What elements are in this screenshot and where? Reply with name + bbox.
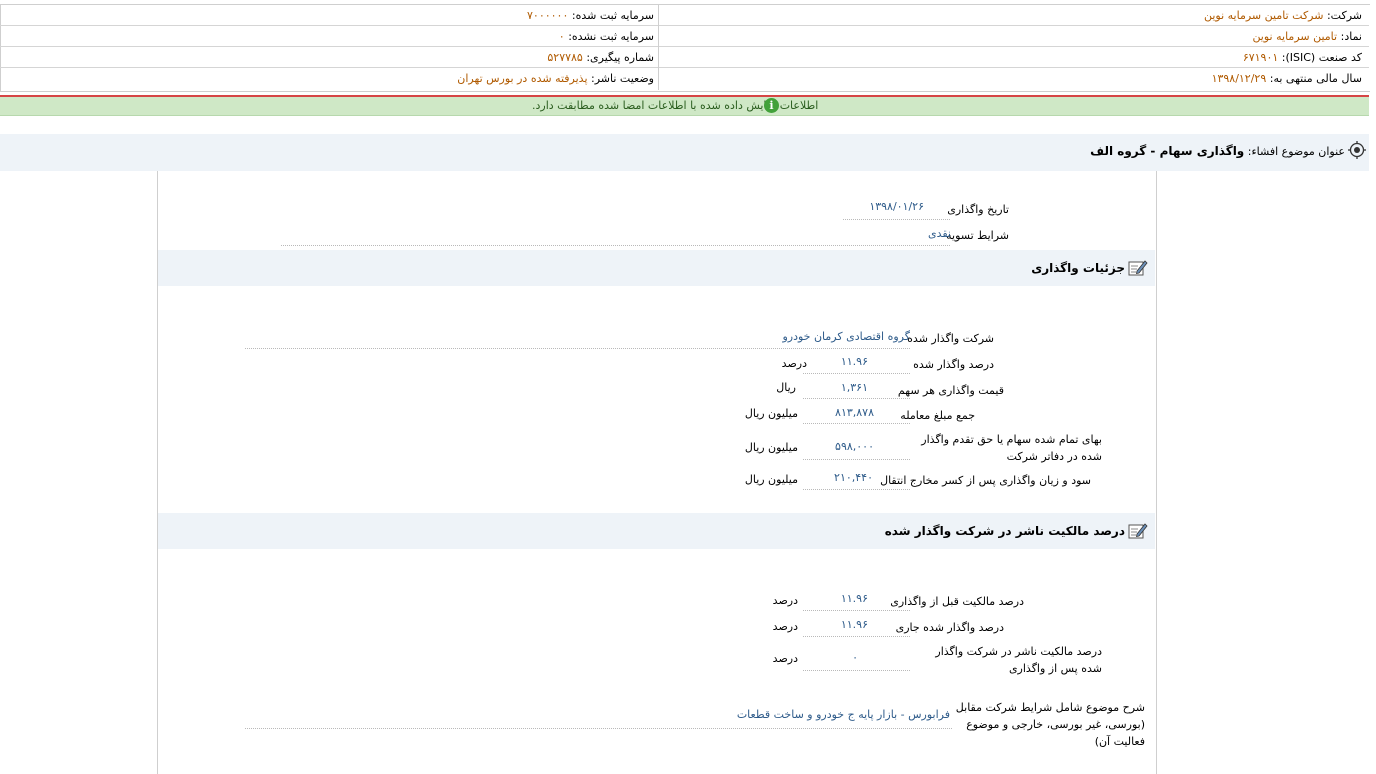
- symbol-label: نماد:: [1340, 30, 1362, 43]
- registered-capital-label: سرمایه ثبت شده:: [571, 9, 654, 22]
- divider: [658, 4, 659, 90]
- ownership-row-label: درصد مالکیت ناشر در شرکت واگذار شده پس ا…: [935, 645, 1102, 675]
- fiscal-year-field: سال مالی منتهی به: ۱۳۹۸/۱۲/۲۹: [1212, 68, 1362, 89]
- divider: [803, 610, 910, 611]
- divider: [803, 423, 910, 424]
- details-row-value: ۱,۳۶۱: [840, 381, 868, 394]
- ownership-row-value: ۰: [852, 651, 858, 664]
- divider: [803, 670, 910, 671]
- symbol-field: نماد: تامین سرمایه نوین: [1252, 26, 1362, 47]
- divider: [0, 25, 1369, 26]
- divider: [245, 348, 910, 349]
- details-row-label: بهای تمام شده سهام یا حق تقدم واگذار شده…: [921, 433, 1102, 463]
- isic-label: کد صنعت (ISIC):: [1281, 51, 1362, 64]
- transfer-date-label: تاریخ واگذاری: [947, 203, 1009, 216]
- company-value: شرکت تامین سرمایه نوین: [1203, 9, 1324, 22]
- ownership-row-label: درصد واگذار شده جاری: [895, 621, 1004, 634]
- details-row-label: سود و زیان واگذاری پس از کسر مخارج انتقا…: [880, 474, 1091, 487]
- divider: [803, 459, 910, 460]
- company-field: شرکت: شرکت تامین سرمایه نوین: [1204, 5, 1362, 26]
- details-row-unit: میلیون ریال: [744, 441, 798, 454]
- settlement-terms-value: نقدی: [927, 227, 951, 240]
- divider: [843, 219, 950, 220]
- divider: [0, 46, 1369, 47]
- fiscal-year-label: سال مالی منتهی به:: [1269, 72, 1362, 85]
- details-section-title: جزئیات واگذاری: [1031, 261, 1125, 275]
- details-row-value: گروه اقتصادی کرمان خودرو: [782, 330, 910, 343]
- unregistered-capital-value: ۰: [558, 30, 565, 43]
- ownership-row-value: ۱۱.۹۶: [840, 592, 868, 605]
- details-row-value: ۸۱۳,۸۷۸: [835, 406, 874, 419]
- unregistered-capital-field: سرمایه ثبت نشده: ۰: [559, 26, 654, 47]
- details-row-label: جمع مبلغ معامله: [900, 409, 975, 422]
- isic-value: ۶۷۱۹۰۱: [1242, 51, 1279, 64]
- disclosure-subject-value: واگذاری سهام - گروه الف: [1090, 144, 1245, 158]
- details-row-label: قیمت واگذاری هر سهم: [897, 384, 1004, 397]
- disclosure-subject: عنوان موضوع افشاء: واگذاری سهام - گروه ا…: [1090, 144, 1345, 158]
- ownership-row-label: درصد مالکیت قبل از واگذاری: [890, 595, 1024, 608]
- details-row-unit: ریال: [776, 381, 796, 394]
- details-row-label: شرکت واگذار شده: [907, 332, 994, 345]
- details-row-unit: میلیون ریال: [744, 407, 798, 420]
- details-row-value: ۱۱.۹۶: [840, 355, 868, 368]
- divider: [803, 489, 910, 490]
- tracking-number-value: ۵۲۷۷۸۵: [547, 51, 583, 64]
- fiscal-year-value: ۱۳۹۸/۱۲/۲۹: [1211, 72, 1267, 85]
- ownership-row-unit: درصد: [772, 620, 798, 633]
- disclosure-title-bar: عنوان موضوع افشاء: واگذاری سهام - گروه ا…: [0, 134, 1369, 171]
- transfer-date-value: ۱۳۹۸/۰۱/۲۶: [869, 200, 924, 213]
- symbol-value: تامین سرمایه نوین: [1252, 30, 1338, 43]
- publisher-status-value: پذیرفته شده در بورس تهران: [457, 72, 588, 85]
- details-row-label: درصد واگذار شده: [913, 358, 994, 371]
- tracking-number-field: شماره پیگیری: ۵۲۷۷۸۵: [547, 47, 654, 68]
- edit-icon: [1128, 523, 1148, 539]
- company-info-table: [0, 4, 1370, 92]
- details-section-header: [158, 250, 1155, 286]
- registered-capital-value: ۷۰۰۰۰۰۰: [527, 9, 569, 22]
- company-label: شرکت:: [1326, 9, 1362, 22]
- description-value: فرابورس - بازار پایه ج خودرو و ساخت قطعا…: [736, 708, 950, 721]
- verification-notice: اطلاعات نمایش داده شده با اطلاعات امضا ش…: [0, 97, 1369, 116]
- divider: [803, 636, 910, 637]
- registered-capital-field: سرمایه ثبت شده: ۷۰۰۰۰۰۰: [527, 5, 654, 26]
- details-row-value: ۵۹۸,۰۰۰: [835, 440, 874, 453]
- tracking-number-label: شماره پیگیری:: [586, 51, 654, 64]
- details-row-value: ۲۱۰,۴۴۰: [834, 471, 873, 484]
- ownership-row-value: ۱۱.۹۶: [840, 618, 868, 631]
- divider: [281, 245, 950, 246]
- isic-field: کد صنعت (ISIC): ۶۷۱۹۰۱: [1243, 47, 1362, 68]
- description-label: شرح موضوع شامل شرایط شرکت مقابل (بورسی، …: [955, 701, 1145, 748]
- publisher-status-label: وضعیت ناشر:: [591, 72, 654, 85]
- settlement-terms-label: شرایط تسویه: [946, 229, 1009, 242]
- details-row-unit: درصد: [781, 357, 807, 370]
- publisher-status-field: وضعیت ناشر: پذیرفته شده در بورس تهران: [457, 68, 654, 89]
- unregistered-capital-label: سرمایه ثبت نشده:: [568, 30, 654, 43]
- disclosure-subject-label: عنوان موضوع افشاء:: [1247, 145, 1345, 158]
- ownership-row-unit: درصد: [772, 652, 798, 665]
- target-icon: [1348, 141, 1366, 159]
- divider: [803, 398, 910, 399]
- ownership-section-title: درصد مالکیت ناشر در شرکت واگذار شده: [884, 524, 1125, 538]
- info-icon: i: [764, 98, 779, 113]
- divider: [0, 67, 1369, 68]
- edit-icon: [1128, 260, 1148, 276]
- ownership-row-unit: درصد: [772, 594, 798, 607]
- divider: [803, 373, 910, 374]
- details-row-unit: میلیون ریال: [744, 473, 798, 486]
- divider: [245, 728, 952, 729]
